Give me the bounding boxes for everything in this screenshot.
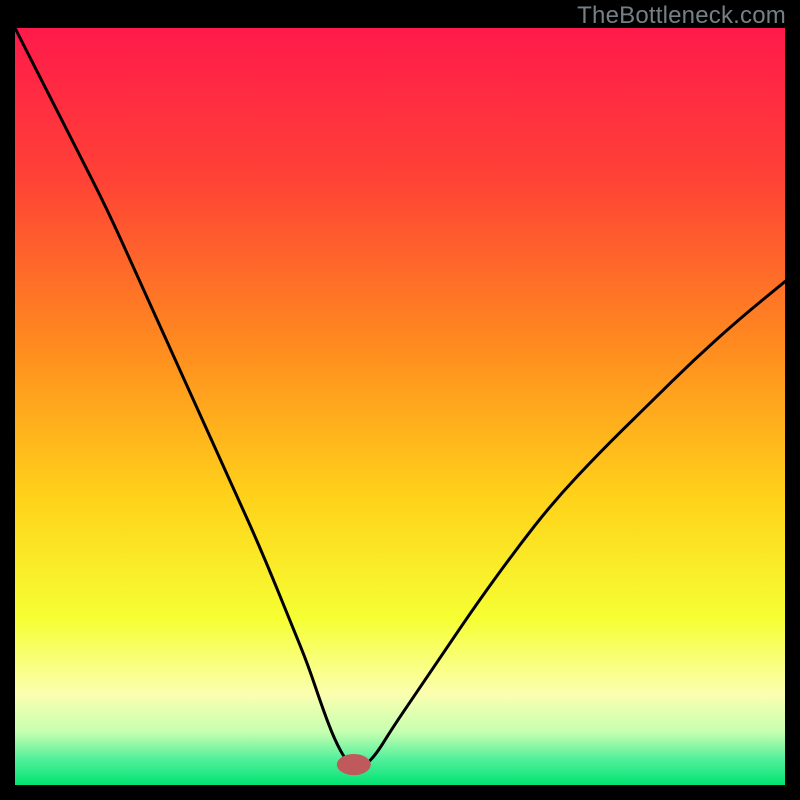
optimal-point-marker [337,754,371,775]
plot-svg [15,28,785,785]
watermark-text: TheBottleneck.com [577,2,786,30]
gradient-background [15,28,785,785]
chart-frame: TheBottleneck.com [0,0,800,800]
plot-area [15,28,785,785]
